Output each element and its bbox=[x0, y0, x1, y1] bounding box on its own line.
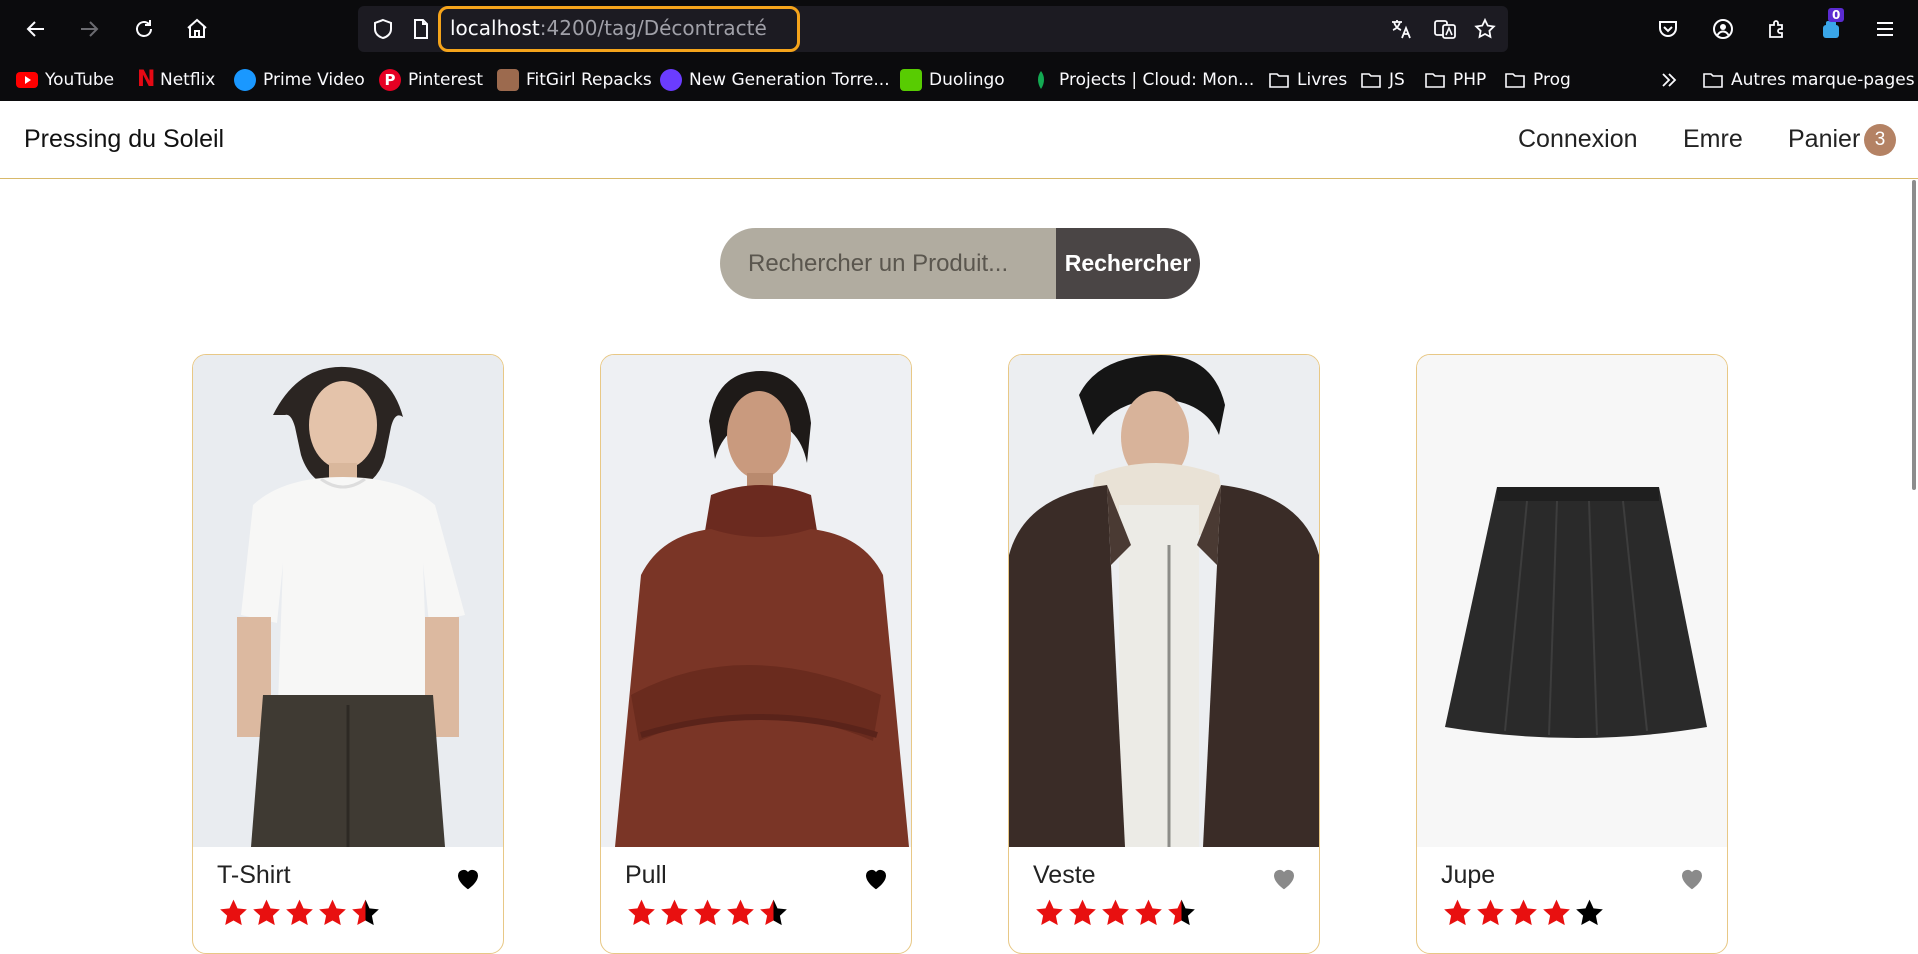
bookmark-duolingo[interactable]: Duolingo bbox=[900, 68, 1005, 92]
star-icon bbox=[286, 899, 313, 926]
rating-stars bbox=[1033, 897, 1198, 929]
brand-logo[interactable]: Pressing du Soleil bbox=[24, 125, 224, 154]
search-input[interactable] bbox=[720, 228, 1060, 299]
login-link[interactable]: Connexion bbox=[1518, 125, 1638, 154]
back-arrow-icon[interactable] bbox=[23, 16, 49, 42]
star-icon bbox=[694, 899, 721, 926]
product-card[interactable]: T-Shirt bbox=[192, 354, 504, 954]
bookmark-pinterest[interactable]: P Pinterest bbox=[379, 68, 483, 92]
pocket-icon[interactable] bbox=[1655, 16, 1681, 42]
star-icon bbox=[1102, 899, 1129, 926]
pinterest-icon: P bbox=[379, 69, 401, 91]
heart-icon[interactable] bbox=[1677, 863, 1707, 893]
product-name[interactable]: T-Shirt bbox=[217, 861, 291, 890]
product-card[interactable]: Jupe bbox=[1416, 354, 1728, 954]
heart-icon[interactable] bbox=[1269, 863, 1299, 893]
star-icon bbox=[727, 899, 754, 926]
translate-page-icon[interactable] bbox=[1432, 16, 1458, 42]
star-icon bbox=[1135, 899, 1162, 926]
bookmark-netflix[interactable]: N Netflix bbox=[137, 68, 215, 92]
star-icon bbox=[1477, 899, 1504, 926]
netflix-icon: N bbox=[137, 67, 156, 92]
forward-arrow-icon[interactable] bbox=[76, 16, 102, 42]
product-name[interactable]: Veste bbox=[1033, 861, 1096, 890]
empty-star-icon bbox=[1576, 899, 1603, 926]
translate-icon[interactable] bbox=[1388, 16, 1414, 42]
star-icon bbox=[253, 899, 280, 926]
bookmark-folder-js[interactable]: JS bbox=[1360, 68, 1405, 92]
bookmark-folder-other[interactable]: Autres marque-pages bbox=[1702, 68, 1915, 92]
account-icon[interactable] bbox=[1710, 16, 1736, 42]
product-card[interactable]: Pull bbox=[600, 354, 912, 954]
folder-icon bbox=[1702, 69, 1724, 91]
bookmarks-bar: YouTube N Netflix Prime Video P Pinterest … bbox=[0, 58, 1918, 101]
extensions-icon[interactable] bbox=[1764, 16, 1790, 42]
folder-icon bbox=[1360, 69, 1382, 91]
heart-icon[interactable] bbox=[453, 863, 483, 893]
page-icon[interactable] bbox=[408, 16, 434, 42]
rating-stars bbox=[625, 897, 790, 929]
fitgirl-icon bbox=[497, 69, 519, 91]
menu-icon[interactable] bbox=[1872, 16, 1898, 42]
product-card[interactable]: Veste bbox=[1008, 354, 1320, 954]
half-star-icon bbox=[1168, 899, 1195, 926]
rating-stars bbox=[217, 897, 382, 929]
half-star-icon bbox=[760, 899, 787, 926]
bookmark-prime-video[interactable]: Prime Video bbox=[234, 68, 365, 92]
rating-stars bbox=[1441, 897, 1606, 929]
user-link[interactable]: Emre bbox=[1683, 125, 1743, 154]
duolingo-icon bbox=[900, 69, 922, 91]
bookmark-folder-prog[interactable]: Prog bbox=[1504, 68, 1571, 92]
cart-link[interactable]: Panier bbox=[1788, 125, 1860, 154]
product-image[interactable] bbox=[601, 355, 911, 847]
product-name[interactable]: Jupe bbox=[1441, 861, 1495, 890]
mongodb-leaf-icon bbox=[1030, 69, 1052, 91]
bookmark-folder-livres[interactable]: Livres bbox=[1268, 68, 1347, 92]
cart-count-badge: 3 bbox=[1864, 124, 1896, 156]
bookmark-projects-cloud[interactable]: Projects | Cloud: Mon... bbox=[1030, 68, 1254, 92]
browser-toolbar: localhost:4200/tag/Décontracté 0 bbox=[0, 0, 1918, 58]
more-bookmarks-chevron-icon[interactable] bbox=[1658, 68, 1680, 92]
bookmark-youtube[interactable]: YouTube bbox=[16, 68, 114, 92]
star-icon bbox=[1036, 899, 1063, 926]
prime-video-icon bbox=[234, 69, 256, 91]
product-image[interactable] bbox=[1417, 355, 1727, 847]
star-icon bbox=[661, 899, 688, 926]
scrollbar-thumb[interactable] bbox=[1912, 180, 1916, 490]
torrent-icon bbox=[660, 69, 682, 91]
search-form: Rechercher bbox=[720, 228, 1200, 299]
star-icon bbox=[319, 899, 346, 926]
folder-icon bbox=[1504, 69, 1526, 91]
bookmark-fitgirl[interactable]: FitGirl Repacks bbox=[497, 68, 652, 92]
url-text[interactable]: localhost:4200/tag/Décontracté bbox=[450, 16, 767, 40]
app-header: Pressing du Soleil Connexion Emre Panier… bbox=[0, 101, 1918, 179]
half-star-icon bbox=[352, 899, 379, 926]
reload-icon[interactable] bbox=[131, 16, 157, 42]
bookmark-star-icon[interactable] bbox=[1472, 16, 1498, 42]
heart-icon[interactable] bbox=[861, 863, 891, 893]
star-icon bbox=[628, 899, 655, 926]
bookmark-folder-php[interactable]: PHP bbox=[1424, 68, 1486, 92]
shield-icon[interactable] bbox=[370, 16, 396, 42]
star-icon bbox=[220, 899, 247, 926]
folder-icon bbox=[1268, 69, 1290, 91]
star-icon bbox=[1543, 899, 1570, 926]
search-button[interactable]: Rechercher bbox=[1056, 228, 1200, 299]
folder-icon bbox=[1424, 69, 1446, 91]
extension-badge: 0 bbox=[1828, 8, 1845, 22]
youtube-icon bbox=[16, 72, 38, 88]
product-image[interactable] bbox=[193, 355, 503, 847]
star-icon bbox=[1069, 899, 1096, 926]
star-icon bbox=[1510, 899, 1537, 926]
bookmark-new-generation-torrent[interactable]: New Generation Torre... bbox=[660, 68, 890, 92]
product-name[interactable]: Pull bbox=[625, 861, 667, 890]
home-icon[interactable] bbox=[184, 16, 210, 42]
star-icon bbox=[1444, 899, 1471, 926]
product-image[interactable] bbox=[1009, 355, 1319, 847]
